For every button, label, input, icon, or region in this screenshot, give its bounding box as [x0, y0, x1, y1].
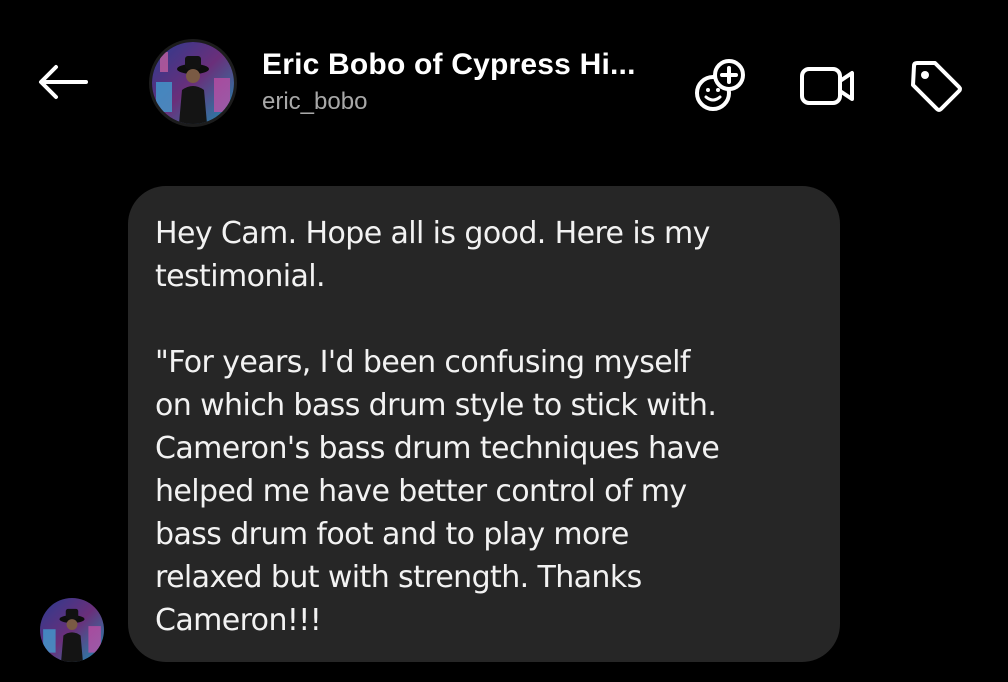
message-text-line: bass drum foot and to play more	[155, 517, 629, 552]
profile-avatar[interactable]	[152, 42, 234, 124]
message-text-line: Hey Cam. Hope all is good. Here is my	[155, 216, 710, 251]
message-text-line: "For years, I'd been confusing myself	[155, 345, 690, 380]
tag-icon	[911, 61, 962, 112]
video-camera-icon	[800, 67, 854, 105]
message-text-line: on which bass drum style to stick with.	[155, 388, 717, 423]
message-text-line: relaxed but with strength. Thanks	[155, 560, 642, 595]
video-call-button[interactable]	[798, 56, 858, 116]
add-sticker-button[interactable]	[690, 56, 750, 116]
conversation-title[interactable]: Eric Bobo of Cypress Hi... eric_bobo	[262, 46, 662, 118]
tag-button[interactable]	[906, 56, 966, 116]
back-button[interactable]	[32, 56, 92, 108]
add-sticker-icon	[695, 59, 745, 111]
username: eric_bobo	[262, 88, 368, 115]
message-bubble[interactable]: Hey Cam. Hope all is good. Here is my te…	[128, 186, 840, 662]
sender-avatar[interactable]	[40, 598, 104, 662]
arrow-left-icon	[39, 65, 88, 99]
display-name: Eric Bobo of Cypress Hi...	[262, 48, 636, 81]
message-text-line: helped me have better control of my	[155, 474, 687, 509]
chat-header: Eric Bobo of Cypress Hi... eric_bobo	[0, 0, 1008, 150]
message-text-line: Cameron!!!	[155, 603, 322, 638]
message-text-line: testimonial.	[155, 259, 326, 294]
message-text-line: Cameron's bass drum techniques have	[155, 431, 720, 466]
